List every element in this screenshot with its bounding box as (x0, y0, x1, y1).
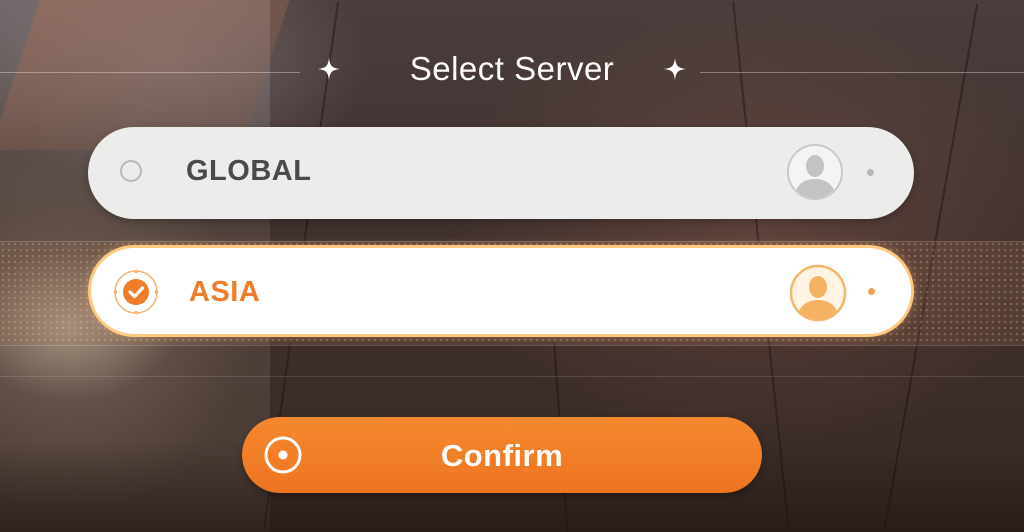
title-divider-left (0, 72, 300, 73)
selection-band-bottom-line (0, 345, 1024, 346)
server-label: ASIA (189, 276, 261, 308)
sparkle-icon (318, 58, 340, 80)
confirm-label: Confirm (440, 438, 564, 473)
title-divider-right (700, 72, 1024, 73)
selection-band-top-line (0, 241, 1024, 242)
status-dot (867, 169, 874, 176)
user-avatar-icon (789, 264, 847, 322)
divider-line (0, 376, 1024, 377)
dialog-title: Select Server (409, 50, 615, 87)
radio-empty-icon[interactable] (120, 160, 142, 182)
user-avatar-icon (787, 144, 843, 200)
server-option-asia[interactable]: ASIA (88, 245, 914, 337)
status-dot (868, 288, 875, 295)
confirm-button[interactable]: Confirm (242, 417, 762, 493)
sparkle-icon (664, 58, 686, 80)
radio-checked-icon[interactable] (112, 268, 160, 316)
server-label: GLOBAL (186, 155, 312, 187)
server-option-global[interactable]: GLOBAL (88, 127, 914, 219)
